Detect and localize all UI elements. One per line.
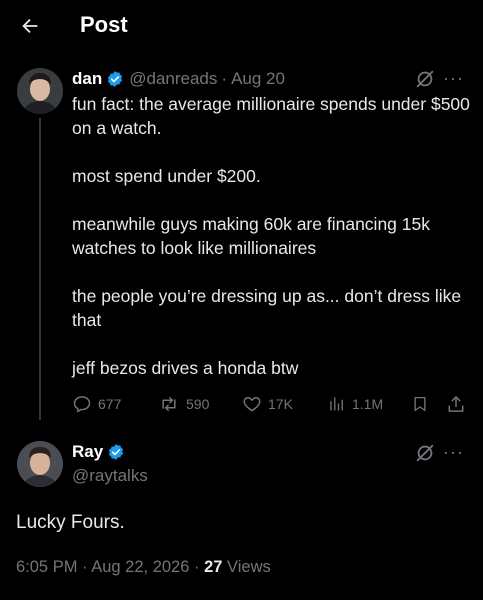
reply-post: Ray @raytalks ···	[72, 440, 472, 486]
post-paragraph: the people you’re dressing up as... don’…	[72, 286, 462, 330]
post-paragraph: meanwhile guys making 60k are financing …	[72, 214, 430, 258]
page-title: Post	[80, 12, 128, 37]
reply-time[interactable]: 6:05 PM	[16, 558, 77, 576]
more-options-icon[interactable]: ···	[443, 68, 464, 89]
arrow-left-icon	[22, 18, 38, 34]
author-handle[interactable]: @danreads	[129, 69, 217, 89]
repost-icon	[162, 397, 176, 411]
author-name[interactable]: dan	[72, 69, 102, 89]
post-actions: 677 590 17K 1.1M	[72, 391, 472, 417]
view-count: 1.1M	[352, 396, 384, 412]
post-paragraph: fun fact: the average millionaire spends…	[72, 94, 470, 138]
post-paragraph: jeff bezos drives a honda btw	[72, 358, 299, 378]
reply-view-count: 27	[204, 558, 223, 576]
avatar-image	[17, 441, 63, 487]
post-date[interactable]: Aug 20	[231, 69, 285, 89]
grok-icon[interactable]	[414, 442, 436, 464]
heart-icon	[243, 397, 261, 412]
like-count: 17K	[268, 396, 293, 412]
bookmark-button[interactable]	[411, 391, 429, 417]
grok-icon[interactable]	[414, 68, 436, 90]
post-text: fun fact: the average millionaire spends…	[72, 92, 472, 380]
views-label: Views	[227, 558, 271, 576]
back-button[interactable]	[16, 12, 44, 40]
views-button[interactable]: 1.1M	[328, 391, 383, 417]
post-header: dan @danreads · Aug 20	[72, 66, 472, 92]
dot-separator: ·	[82, 558, 88, 576]
analytics-icon	[330, 397, 343, 411]
avatar-image	[17, 68, 63, 114]
repost-count: 590	[186, 396, 210, 412]
more-options-icon[interactable]: ···	[443, 442, 464, 463]
reply-icon	[73, 396, 91, 413]
avatar-ray[interactable]	[17, 441, 63, 487]
reply-author-name[interactable]: Ray	[72, 442, 103, 462]
verified-badge-icon	[108, 71, 123, 87]
reply-author-handle[interactable]: @raytalks	[72, 466, 472, 486]
thread-connector	[39, 118, 41, 420]
reply-header: Ray	[72, 440, 472, 464]
like-button[interactable]: 17K	[242, 391, 293, 417]
reply-button[interactable]: 677	[72, 391, 121, 417]
share-button[interactable]	[446, 391, 466, 417]
reply-meta: 6:05 PM · Aug 22, 2026 · 27 Views	[16, 558, 271, 577]
post-paragraph: most spend under $200.	[72, 166, 261, 186]
main-post: dan @danreads · Aug 20 ··· fun fact: the…	[72, 66, 472, 380]
reply-text: Lucky Fours.	[16, 512, 125, 533]
reply-date[interactable]: Aug 22, 2026	[91, 558, 189, 576]
dot-separator: ·	[221, 69, 228, 88]
bookmark-icon	[414, 396, 426, 412]
dot-separator: ·	[194, 558, 200, 576]
share-icon	[448, 396, 464, 412]
top-bar: Post	[0, 0, 483, 52]
reply-count: 677	[98, 396, 122, 412]
avatar-dan[interactable]	[17, 68, 63, 114]
repost-button[interactable]: 590	[158, 391, 209, 417]
verified-badge-icon	[109, 444, 124, 460]
